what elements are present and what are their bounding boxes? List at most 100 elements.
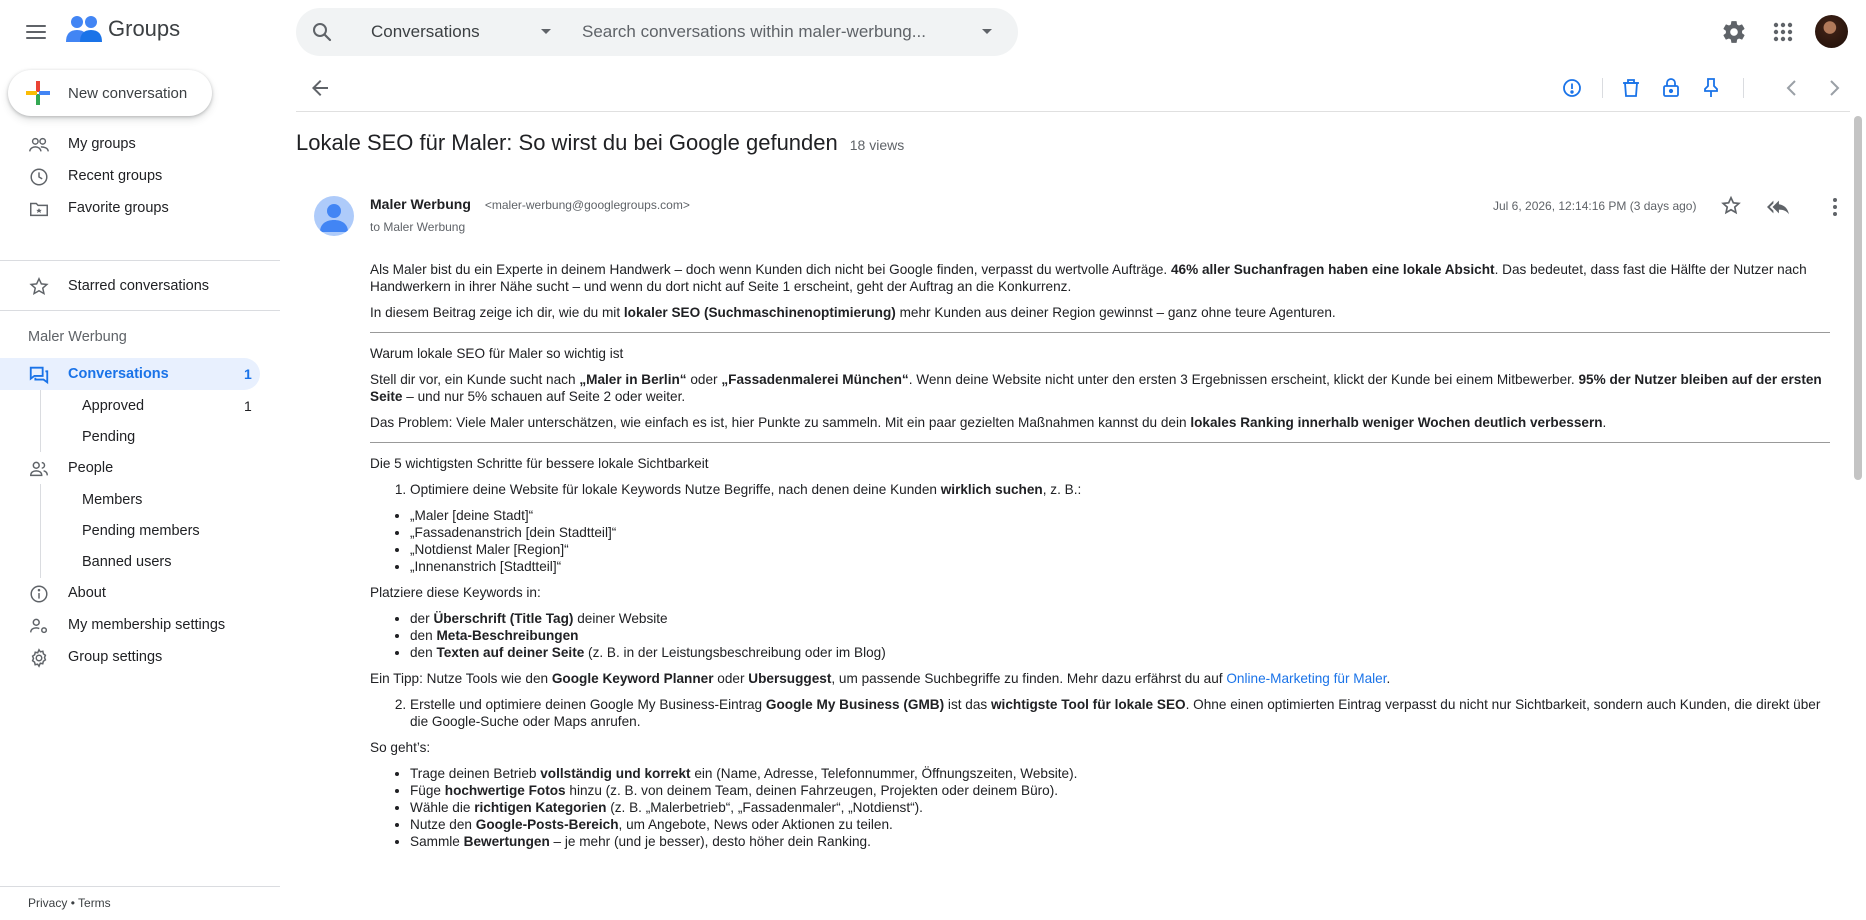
sidebar-item-starred[interactable]: Starred conversations: [0, 270, 260, 302]
text-run: . Wenn deine Website nicht unter den ers…: [908, 372, 1579, 387]
text-run: Erstelle und optimiere deinen Google My …: [410, 697, 766, 712]
online-marketing-link[interactable]: Online-Marketing für Maler: [1226, 671, 1386, 686]
text-run: Als Maler bist du ein Experte in deinem …: [370, 262, 1171, 277]
sidebar-divider: [0, 886, 280, 887]
list-item: Nutze den Google-Posts-Bereich, um Angeb…: [410, 816, 1830, 833]
bold-run: Google-Posts-Bereich: [475, 817, 619, 832]
star-icon[interactable]: [1720, 195, 1742, 217]
text-run: Sammle: [410, 834, 464, 849]
text-run: (z. B. „Malerbetrieb“, „Fassadenmaler“, …: [606, 800, 923, 815]
search-options-icon[interactable]: [981, 27, 993, 37]
people-outline-icon: [29, 137, 49, 152]
back-arrow-icon[interactable]: [308, 76, 332, 100]
text-run: den: [410, 645, 437, 660]
sidebar-item-approved[interactable]: Approved 1: [0, 390, 260, 422]
lock-icon[interactable]: [1659, 76, 1683, 100]
list-item: „Maler [deine Stadt]“: [410, 507, 1830, 524]
text-run: (z. B. in der Leistungsbeschreibung oder…: [584, 645, 886, 660]
sidebar-item-members[interactable]: Members: [0, 484, 260, 516]
apps-grid-icon[interactable]: [1773, 22, 1793, 42]
settings-gear-icon[interactable]: [1721, 19, 1747, 45]
sender-avatar[interactable]: [314, 196, 354, 236]
bold-run: Bewertungen: [463, 834, 550, 849]
page-scrollbar[interactable]: [1854, 116, 1862, 480]
sidebar-item-favorite-groups[interactable]: Favorite groups: [0, 192, 260, 224]
bold-run: „Fassadenmalerei München“: [721, 372, 909, 387]
sidebar-item-label: Group settings: [68, 649, 163, 665]
conversation-toolbar: [296, 64, 1850, 112]
approved-count: 1: [244, 398, 252, 414]
delete-icon[interactable]: [1619, 76, 1643, 100]
body-paragraph: So geht’s:: [370, 740, 431, 755]
text-run: oder: [686, 372, 722, 387]
sidebar-item-label: Approved: [82, 398, 145, 414]
more-vert-icon[interactable]: [1825, 196, 1845, 218]
sidebar-item-group-settings[interactable]: Group settings: [0, 641, 260, 673]
main-content: Lokale SEO für Maler: So wirst du bei Go…: [296, 64, 1850, 920]
list-item: Wähle die richtigen Kategorien (z. B. „M…: [410, 799, 1830, 816]
reply-all-icon[interactable]: [1766, 196, 1790, 218]
conversation-title: Lokale SEO für Maler: So wirst du bei Go…: [296, 130, 904, 156]
text-run: ist das: [944, 697, 991, 712]
sidebar-divider: [0, 310, 280, 311]
sidebar-item-my-groups[interactable]: My groups: [0, 128, 260, 160]
toolbar-separator: [1743, 78, 1744, 98]
section-divider: [370, 332, 1830, 333]
section-heading: Die 5 wichtigsten Schritte für bessere l…: [370, 456, 709, 471]
group-name-header[interactable]: Maler Werbung: [28, 329, 127, 345]
sidebar-item-label: My groups: [68, 136, 136, 152]
body-paragraph: In diesem Beitrag zeige ich dir, wie du …: [370, 304, 1830, 321]
bold-run: „Maler in Berlin“: [579, 372, 687, 387]
gear-icon: [31, 648, 47, 668]
search-icon[interactable]: [310, 20, 334, 44]
text-run: ein (Name, Adresse, Telefonnummer, Öffnu…: [690, 766, 1078, 781]
sender-email: <maler-werbung@googlegroups.com>: [484, 198, 690, 212]
sidebar-item-banned-users[interactable]: Banned users: [0, 546, 260, 578]
footer-links: Privacy • Terms: [28, 896, 111, 910]
sidebar-item-people[interactable]: People: [0, 452, 260, 484]
account-avatar[interactable]: [1815, 15, 1848, 48]
report-icon[interactable]: [1560, 76, 1584, 100]
howto-list: Trage deinen Betrieb vollständig und kor…: [370, 765, 1830, 850]
search-input[interactable]: [582, 18, 962, 46]
sidebar-item-about[interactable]: About: [0, 577, 260, 609]
sidebar-item-pending-members[interactable]: Pending members: [0, 515, 260, 547]
keywords-list: „Maler [deine Stadt]“ „Fassadenanstrich …: [370, 507, 1830, 575]
list-item: der Überschrift (Title Tag) deiner Websi…: [410, 610, 1830, 627]
sidebar-item-recent-groups[interactable]: Recent groups: [0, 160, 260, 192]
sidebar-item-label: Favorite groups: [68, 200, 169, 216]
bold-run: wirklich suchen: [940, 482, 1043, 497]
list-item: Erstelle und optimiere deinen Google My …: [410, 696, 1830, 730]
conversation-title-text: Lokale SEO für Maler: So wirst du bei Go…: [296, 130, 838, 155]
list-item: den Texten auf deiner Seite (z. B. in de…: [410, 644, 1830, 661]
sidebar-item-membership-settings[interactable]: My membership settings: [0, 609, 260, 641]
sidebar: New conversation My groups Recent groups…: [0, 64, 280, 920]
sender-name[interactable]: Maler Werbung: [370, 196, 471, 212]
sidebar-item-label: Banned users: [82, 554, 172, 570]
text-run: der: [410, 611, 434, 626]
text-run: , um passende Suchbegriffe zu finden. Me…: [831, 671, 1227, 686]
new-conversation-label: New conversation: [68, 85, 188, 102]
list-item: Sammle Bewertungen – je mehr (und je bes…: [410, 833, 1830, 850]
terms-link[interactable]: Terms: [78, 896, 111, 910]
sidebar-item-label: People: [68, 460, 114, 476]
groups-logo[interactable]: Groups: [66, 14, 180, 44]
sidebar-item-pending[interactable]: Pending: [0, 421, 260, 453]
previous-conversation-icon[interactable]: [1780, 76, 1804, 100]
main-menu-icon[interactable]: [20, 18, 52, 46]
sidebar-item-conversations[interactable]: Conversations 1: [0, 358, 260, 390]
sender-line: Maler Werbung <maler-werbung@googlegroups…: [370, 196, 690, 212]
next-conversation-icon[interactable]: [1822, 76, 1846, 100]
search-scope-select[interactable]: Conversations: [371, 22, 480, 42]
list-item: „Innenanstrich [Stadtteil]“: [410, 558, 1830, 575]
sidebar-item-label: Conversations: [68, 366, 169, 382]
bold-run: Überschrift (Title Tag): [433, 611, 574, 626]
pin-icon[interactable]: [1699, 76, 1723, 100]
text-run: Trage deinen Betrieb: [410, 766, 541, 781]
steps-list: Erstelle und optimiere deinen Google My …: [370, 696, 1830, 730]
new-conversation-button[interactable]: New conversation: [8, 70, 212, 116]
text-run: – und nur 5% schauen auf Seite 2 oder we…: [402, 389, 686, 404]
privacy-link[interactable]: Privacy: [28, 896, 67, 910]
chevron-down-icon[interactable]: [540, 27, 552, 37]
plus-icon: [26, 81, 50, 105]
